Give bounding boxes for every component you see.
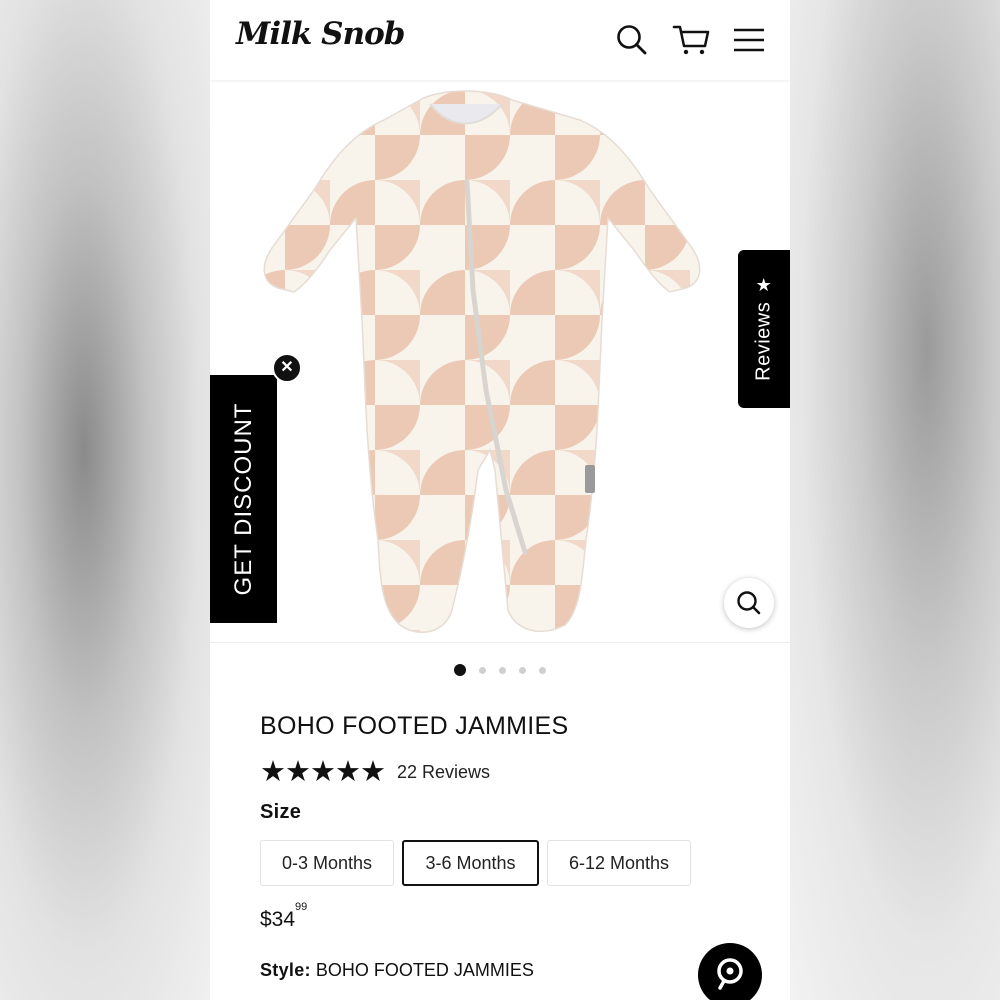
product-image [263,90,701,633]
cart-icon[interactable] [672,22,710,58]
product-price: $3499 [260,901,307,932]
background-blur-right [790,0,1000,1000]
reviews-side-tab[interactable]: Reviews ★ [738,250,790,408]
product-title: BOHO FOOTED JAMMIES [260,712,569,740]
carousel-dot[interactable] [454,664,466,676]
price-cents: 99 [295,901,308,913]
size-label: Size [260,801,302,823]
menu-icon[interactable] [732,22,768,58]
style-label: Style: [260,960,311,980]
review-count[interactable]: 22 Reviews [397,762,490,783]
size-option-6-12-months[interactable]: 6-12 Months [547,840,691,886]
style-value: BOHO FOOTED JAMMIES [315,960,534,980]
brand-logo[interactable]: Milk Snob [236,16,405,52]
chat-icon [717,958,743,990]
size-option-3-6-months[interactable]: 3-6 Months [402,840,539,886]
carousel-dots [210,662,790,678]
get-discount-tab[interactable]: GET DISCOUNT [210,375,277,623]
zoom-icon [737,591,761,615]
chat-button[interactable] [698,943,762,1000]
size-option-label: 3-6 Months [425,852,516,873]
size-option-0-3-months[interactable]: 0-3 Months [260,840,394,886]
carousel-dot[interactable] [539,666,546,674]
size-option-label: 0-3 Months [281,852,373,873]
close-discount-icon[interactable]: ✕ [272,353,302,383]
star-icon: ★ [755,274,773,295]
mobile-page: Milk Snob Reviews ★ GET DISCOUNT ✕ BOHO … [210,0,790,1000]
carousel-dot[interactable] [479,666,486,674]
background-blur-left [0,0,210,1000]
product-rating[interactable]: ★★★★★ 22 Reviews [260,757,490,787]
tag-label [585,465,595,493]
rating-stars: ★★★★★ [260,756,386,788]
search-icon[interactable] [614,22,650,58]
product-style: Style: BOHO FOOTED JAMMIES [260,960,534,981]
carousel-dot[interactable] [499,666,506,674]
carousel-dot[interactable] [519,666,526,674]
zoom-button[interactable] [724,578,774,628]
price-dollars: $34 [260,908,296,931]
get-discount-label: GET DISCOUNT [229,402,257,596]
site-header: Milk Snob [210,0,790,80]
reviews-tab-label: Reviews [752,301,775,381]
size-options: 0-3 Months 3-6 Months 6-12 Months [260,840,691,886]
size-option-label: 6-12 Months [568,852,670,873]
